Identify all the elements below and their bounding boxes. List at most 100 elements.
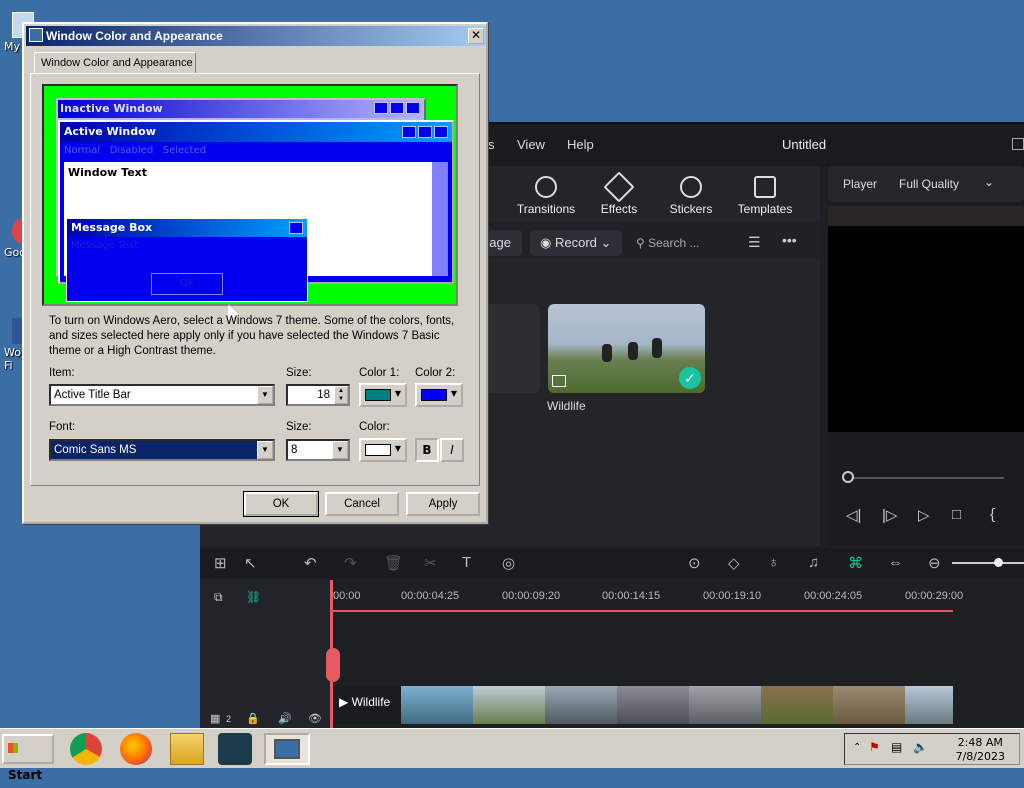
menu-item-help[interactable]: Help [567, 137, 594, 152]
playback-slider-knob[interactable] [842, 471, 854, 483]
delete-icon[interactable]: 🗑 [384, 554, 403, 572]
stop-icon[interactable]: □ [952, 506, 961, 523]
font-size-label: Size: [286, 421, 312, 433]
appearance-preview[interactable]: Inactive Window Active Window Normal Dis… [42, 84, 458, 306]
start-button[interactable]: Start [2, 734, 54, 782]
mute-icon[interactable]: 🔊 [278, 712, 292, 725]
search-field[interactable]: ⚲ Search ... [636, 230, 699, 256]
start-label: Start [8, 768, 43, 782]
next-frame-icon[interactable]: |▷ [882, 506, 897, 524]
size-label: Size: [286, 367, 312, 379]
marker-icon[interactable]: ◇ [728, 554, 740, 572]
chrome-taskbar-icon[interactable] [70, 733, 102, 765]
font-value: Comic Sans MS [54, 444, 137, 456]
chevron-down-icon[interactable]: ▼ [332, 441, 348, 459]
bold-button[interactable]: B [415, 438, 439, 462]
undo-icon[interactable]: ↶ [304, 554, 317, 572]
quality-dropdown[interactable]: Full Quality [899, 177, 959, 191]
clip-frame [761, 686, 833, 724]
chevron-down-icon[interactable]: ▼ [257, 386, 273, 404]
size-spinner[interactable]: 18 ▲ ▼ [286, 384, 350, 406]
music-icon[interactable]: ♫ [808, 554, 819, 571]
cut-icon[interactable]: ✂ [424, 554, 437, 572]
timeline-video-clip[interactable]: ▶ Wildlife [331, 686, 953, 724]
timeline-ruler[interactable]: 00:00 00:00:04:25 00:00:09:20 00:00:14:1… [331, 580, 1024, 612]
zoom-out-icon[interactable]: ⊖ [928, 554, 941, 572]
color2-picker[interactable]: ▼ [415, 383, 463, 407]
playhead-handle[interactable] [326, 648, 340, 682]
firefox-taskbar-icon[interactable] [120, 733, 152, 765]
tool-label: Effects [600, 202, 638, 216]
monitor-icon [274, 739, 300, 759]
font-dropdown[interactable]: Comic Sans MS ▼ [49, 439, 275, 461]
flag-icon[interactable]: ⚑ [869, 740, 880, 754]
fit-icon[interactable]: ⇔ [888, 554, 903, 571]
tool-transitions[interactable]: Transitions [511, 176, 581, 216]
track-number: 2 [226, 714, 232, 724]
spinner-arrows-icon[interactable]: ▲ ▼ [334, 386, 348, 404]
link-icon[interactable]: ⛓ [246, 590, 261, 604]
add-track-icon[interactable]: ⧉ [214, 590, 223, 605]
font-size-dropdown[interactable]: 8 ▼ [286, 439, 350, 461]
preview-ok-button[interactable]: OK [151, 273, 223, 295]
italic-button[interactable]: I [440, 438, 464, 462]
filmora-taskbar-icon[interactable] [218, 733, 252, 765]
display-properties-taskbar-icon[interactable] [264, 733, 310, 765]
chevron-down-icon[interactable]: ▼ [257, 441, 273, 459]
lock-icon[interactable]: 🔒 [246, 712, 260, 725]
color1-swatch [365, 389, 391, 401]
tool-effects[interactable]: Effects [584, 171, 654, 216]
audio-icon[interactable]: ◎ [502, 554, 515, 572]
file-explorer-taskbar-icon[interactable] [170, 733, 204, 765]
mark-in-icon[interactable]: { [990, 506, 995, 523]
player-header: Player Full Quality ⌄ [828, 166, 1024, 202]
network-icon[interactable]: ▤ [891, 740, 902, 754]
select-tool-icon[interactable]: ↖ [244, 554, 257, 572]
stickers-icon [680, 176, 702, 198]
snap-icon[interactable]: ⌘ [848, 554, 863, 572]
show-hidden-icons-icon[interactable]: ⌃ [853, 742, 861, 753]
clip-frame [689, 686, 761, 724]
tool-stickers[interactable]: Stickers [656, 176, 726, 216]
item-value: Active Title Bar [54, 389, 131, 401]
taskbar: Start ⌃ ⚑ ▤ 🔈 2:48 AM 7/8/2023 [0, 728, 1024, 782]
video-type-icon [552, 375, 566, 387]
render-icon[interactable]: ⊙ [688, 554, 701, 572]
text-icon[interactable]: T [462, 554, 471, 571]
menu-item-s[interactable]: s [488, 137, 495, 152]
preview-message-box[interactable]: Message Box Message Text OK [66, 218, 308, 302]
dialog-title-bar[interactable]: Window Color and Appearance ✕ [26, 26, 486, 46]
timecode-label: 00:00:09:20 [502, 590, 561, 602]
tab-window-color-appearance[interactable]: Window Color and Appearance [34, 52, 196, 74]
chevron-down-icon[interactable]: ⌄ [984, 175, 994, 189]
clock[interactable]: 2:48 AM 7/8/2023 [956, 736, 1005, 764]
wildlife-thumbnail[interactable]: ✓ [548, 304, 705, 393]
close-button[interactable]: ✕ [468, 28, 484, 44]
font-color-picker[interactable]: ▼ [359, 438, 407, 462]
apply-button[interactable]: Apply [406, 492, 480, 516]
visibility-icon[interactable]: 👁 [308, 712, 322, 725]
prev-frame-icon[interactable]: ◁| [846, 506, 861, 524]
more-options-icon[interactable]: ••• [782, 232, 797, 248]
volume-icon[interactable]: 🔈 [913, 740, 928, 754]
preview-band [828, 206, 1024, 226]
microphone-icon[interactable]: ♁ [768, 554, 779, 571]
zoom-slider[interactable] [952, 562, 1024, 564]
color1-picker[interactable]: ▼ [359, 383, 407, 407]
cancel-button[interactable]: Cancel [325, 492, 399, 516]
record-icon: ◉ [540, 235, 555, 250]
layout-icon[interactable]: ⊞ [214, 554, 227, 572]
playback-slider[interactable] [848, 477, 1004, 479]
track-video-icon[interactable]: ▦ [210, 712, 220, 725]
zoom-slider-knob[interactable] [994, 558, 1003, 567]
ok-button[interactable]: OK [243, 491, 319, 517]
menu-item-view[interactable]: View [517, 137, 545, 152]
item-dropdown[interactable]: Active Title Bar ▼ [49, 384, 275, 406]
record-dropdown[interactable]: ◉ Record ⌄ [530, 230, 622, 256]
window-control-icon[interactable] [1012, 138, 1024, 150]
redo-icon[interactable]: ↷ [344, 554, 357, 572]
clock-time: 2:48 AM [957, 736, 1003, 749]
tool-templates[interactable]: Templates [730, 176, 800, 216]
play-icon[interactable]: ▷ [918, 506, 930, 524]
filter-icon[interactable]: ☰ [748, 234, 761, 251]
